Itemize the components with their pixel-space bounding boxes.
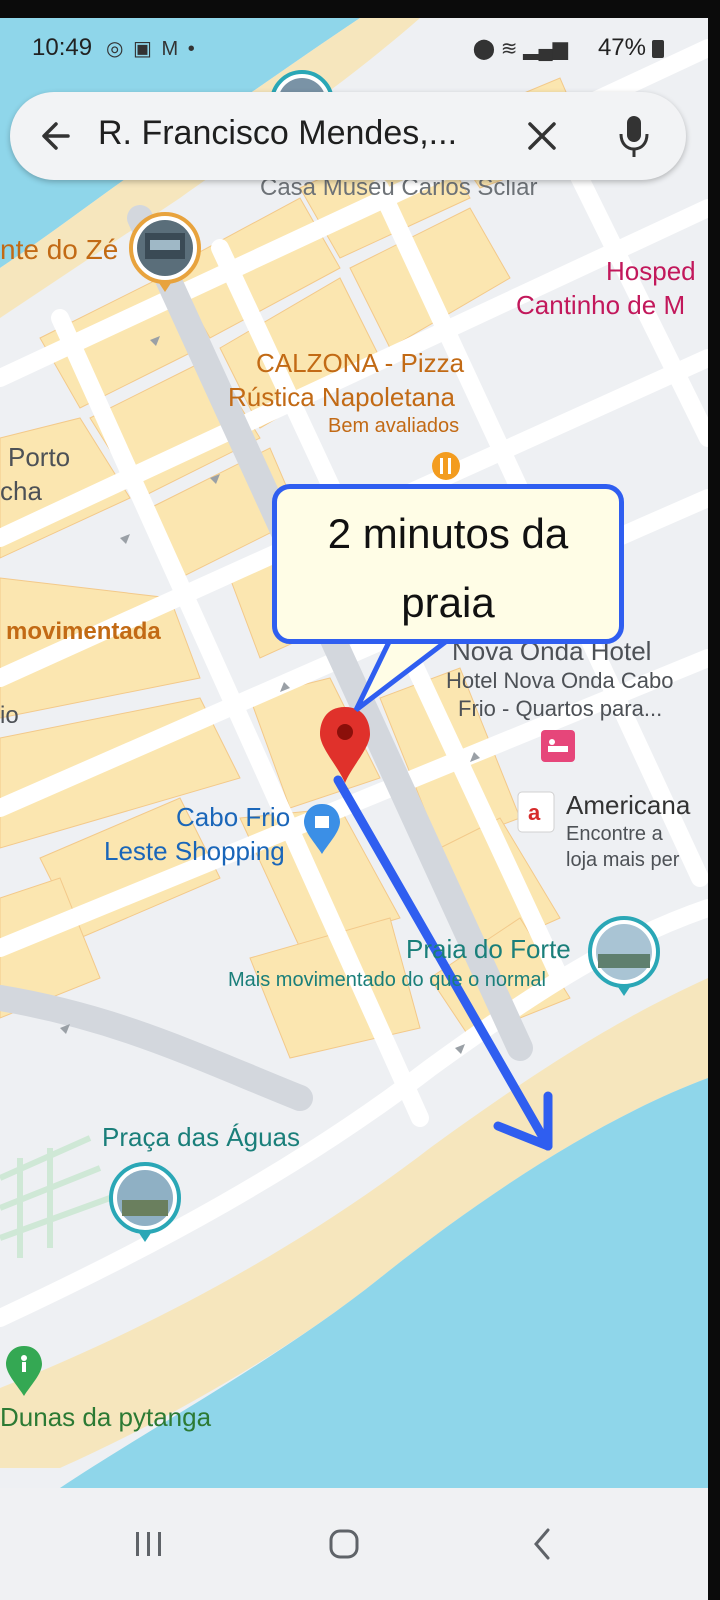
- search-query[interactable]: R. Francisco Mendes,...: [98, 114, 457, 153]
- calzona-label-2[interactable]: Rústica Napoletana: [228, 384, 455, 410]
- svg-text:a: a: [528, 800, 541, 825]
- back-icon[interactable]: [512, 1514, 572, 1574]
- battery-icon: [652, 40, 664, 58]
- location-icon: ⬤: [472, 38, 496, 60]
- search-bar[interactable]: R. Francisco Mendes,...: [10, 92, 686, 180]
- hotel-subtitle-1[interactable]: Hotel Nova Onda Cabo: [446, 670, 673, 692]
- close-icon[interactable]: [522, 116, 562, 156]
- calzona-label-1[interactable]: CALZONA - Pizza: [256, 350, 464, 376]
- praia-forte-status: Mais movimentado do que o normal: [228, 969, 546, 991]
- whatsapp-icon: ◎: [106, 38, 126, 60]
- callout-box: 2 minutos da praia: [272, 484, 624, 644]
- gallery-icon: ▣: [133, 38, 154, 60]
- restaurant-icon[interactable]: [432, 452, 460, 480]
- status-time: 10:49: [32, 34, 93, 61]
- phone-screen: a Casa Museu Carlos Scliar nte do Zé Hos…: [0, 18, 708, 1488]
- hotel-icon[interactable]: [541, 730, 575, 762]
- battery-percent: 47%: [597, 34, 646, 61]
- dot-icon: •: [187, 38, 197, 60]
- hospedaria-label-1[interactable]: Hosped: [606, 258, 696, 284]
- porto-label-1[interactable]: Porto: [8, 444, 70, 470]
- signal-icon: ▂▄▆: [523, 38, 568, 60]
- navigation-bar: [0, 1488, 708, 1600]
- microphone-icon[interactable]: [616, 112, 652, 160]
- americanas-sub-1[interactable]: Encontre a: [566, 824, 663, 844]
- calzona-badge: Bem avaliados: [328, 415, 460, 437]
- back-arrow-icon[interactable]: [38, 114, 78, 158]
- recents-icon[interactable]: [118, 1514, 178, 1574]
- restaurant-ze-label[interactable]: nte do Zé: [0, 236, 118, 264]
- praia-forte-label[interactable]: Praia do Forte: [406, 936, 571, 962]
- home-icon[interactable]: [314, 1514, 374, 1574]
- status-system-icons: ⬤ ≋ ▂▄▆: [473, 36, 568, 61]
- callout-line-2: praia: [401, 579, 495, 627]
- status-notification-icons: ◎ ▣ M •: [106, 36, 197, 61]
- shopping-label-1[interactable]: Cabo Frio: [176, 804, 290, 830]
- store-icon[interactable]: a: [517, 791, 555, 833]
- americanas-title-label[interactable]: Americana: [566, 792, 690, 818]
- americanas-sub-2[interactable]: loja mais per: [566, 850, 679, 870]
- dunas-label[interactable]: Dunas da pytanga: [0, 1404, 211, 1430]
- gmail-icon: M: [161, 38, 181, 60]
- praca-label[interactable]: Praça das Águas: [102, 1124, 300, 1150]
- movimentada-label: movimentada: [6, 618, 161, 645]
- left-io-label: io: [0, 702, 19, 729]
- status-bar: 10:49 ◎ ▣ M • ⬤ ≋ ▂▄▆ 47%: [0, 18, 708, 78]
- porto-label-2[interactable]: cha: [0, 478, 42, 504]
- callout-line-1: 2 minutos da: [327, 510, 569, 557]
- hotel-subtitle-2[interactable]: Frio - Quartos para...: [458, 698, 662, 720]
- hospedaria-label-2[interactable]: Cantinho de M: [516, 292, 685, 318]
- wifi-icon: ≋: [500, 38, 518, 60]
- shopping-label-2[interactable]: Leste Shopping: [104, 838, 285, 864]
